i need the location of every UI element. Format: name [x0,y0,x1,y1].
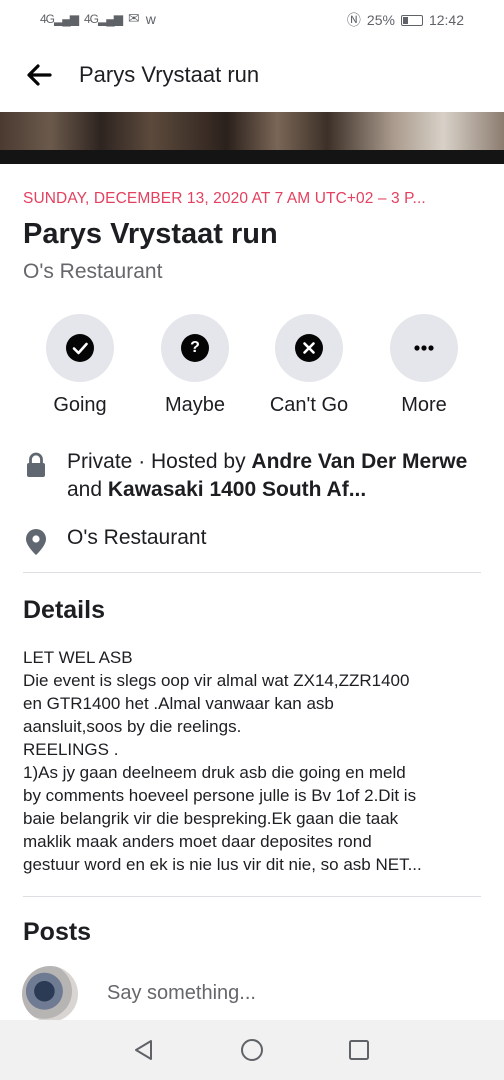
status-left: 4G▂▄▆ 4G▂▄▆ ✉ ᴡ [40,10,156,27]
more-label: More [401,394,447,416]
nav-back-icon[interactable] [130,1036,158,1064]
and-label: and [67,478,108,501]
going-button-circle [46,314,114,382]
battery-percent: 25% [366,12,395,28]
app-bar: Parys Vrystaat run [0,38,504,112]
notification-icon: ᴡ [145,10,156,27]
nav-recents-icon[interactable] [345,1036,373,1064]
details-line: 1)As jy gaan deelneem druk asb die going… [23,763,406,782]
post-composer-input[interactable]: Say something... [107,982,256,1005]
status-right: Ⓝ 25% 12:42 [347,10,464,30]
maybe-button[interactable]: ? Maybe [135,314,255,417]
divider [23,896,481,897]
details-line: REELINGS . [23,740,119,759]
details-line: maklik maak anders moet daar deposites r… [23,832,372,851]
cover-shadow [0,150,504,164]
maybe-button-circle: ? [161,314,229,382]
app-bar-title: Parys Vrystaat run [79,62,260,87]
event-venue[interactable]: O's Restaurant [23,260,162,284]
privacy-host-text: Private · Hosted by Andre Van Der Merwe … [67,448,487,504]
details-body[interactable]: LET WEL ASB Die event is slegs oop vir al… [23,646,483,876]
cover-image [0,112,504,150]
host-link-1[interactable]: Andre Van Der Merwe [251,450,467,473]
cant-go-button-circle [275,314,343,382]
more-button-circle [390,314,458,382]
user-avatar[interactable] [22,966,78,1022]
event-date: SUNDAY, DECEMBER 13, 2020 AT 7 AM UTC+02… [23,190,426,207]
battery-icon [400,14,423,26]
check-icon [66,334,94,362]
x-icon [295,334,323,362]
details-line: en GTR1400 het .Almal vanwaar kan asb [23,694,334,713]
event-location[interactable]: O's Restaurant [0,524,504,558]
privacy-label: Private · Hosted by [67,450,252,473]
signal-icon-2: 4G▂▄▆ [83,11,123,26]
mail-icon: ✉ [127,10,140,26]
nav-home-icon[interactable] [238,1036,266,1064]
going-label: Going [53,394,107,416]
lock-icon [26,452,46,478]
details-line: baie belangrik vir die bespreking.Ek gaa… [23,809,399,828]
maybe-label: Maybe [164,394,226,416]
rsvp-actions: Going ? Maybe Can't Go More [0,314,504,424]
question-icon: ? [181,334,209,362]
status-bar: 4G▂▄▆ 4G▂▄▆ ✉ ᴡ Ⓝ 25% 12:42 [0,0,504,38]
location-text: O's Restaurant [67,526,207,549]
details-line: aansluit,soos by die reelings. [23,717,242,736]
system-nav-bar [0,1020,504,1080]
more-button[interactable]: More [364,314,484,417]
divider [23,572,481,573]
more-dots-icon [410,334,438,362]
going-button[interactable]: Going [20,314,140,417]
details-line: gestuur word en ek is nie lus vir dit ni… [23,855,422,874]
details-line: Die event is slegs oop vir almal wat ZX1… [23,671,410,690]
nfc-icon: Ⓝ [346,12,361,28]
back-arrow-icon[interactable] [22,58,56,92]
event-cover-photo[interactable] [0,112,504,164]
clock: 12:42 [428,12,464,28]
cant-go-label: Can't Go [269,394,349,416]
event-privacy-hosts: Private · Hosted by Andre Van Der Merwe … [0,448,504,508]
event-title: Parys Vrystaat run [23,218,278,250]
details-heading: Details [23,596,105,624]
host-link-2[interactable]: Kawasaki 1400 South Af... [108,478,366,501]
signal-icon: 4G▂▄▆ [40,11,79,26]
posts-heading: Posts [23,918,92,946]
location-pin-icon [25,528,47,556]
details-line: LET WEL ASB [23,648,133,667]
details-line: by comments hoeveel persone julle is Bv … [23,786,417,805]
cant-go-button[interactable]: Can't Go [249,314,369,417]
